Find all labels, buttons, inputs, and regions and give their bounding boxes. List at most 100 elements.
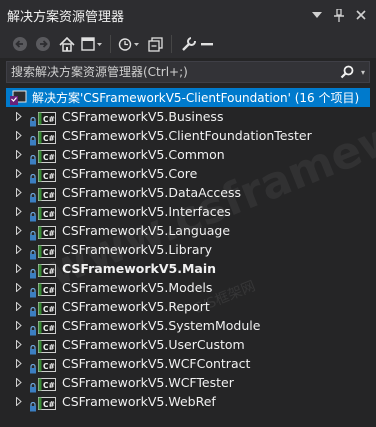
expand-arrow-icon[interactable] <box>14 354 24 373</box>
expand-arrow-icon[interactable] <box>14 164 24 183</box>
svg-text:C#: C# <box>43 191 55 200</box>
solution-node[interactable]: 解决方案'CSFrameworkV5-ClientFoundation' (16… <box>6 88 370 107</box>
project-node[interactable]: C# CSFrameworkV5.WCFTester <box>0 373 376 392</box>
project-label: CSFrameworkV5.Common <box>62 147 225 162</box>
project-label: CSFrameworkV5.Main <box>62 261 217 276</box>
lock-icon <box>29 283 37 297</box>
project-node[interactable]: C# CSFrameworkV5.Language <box>0 221 376 240</box>
expand-arrow-icon[interactable] <box>14 316 24 335</box>
expand-arrow-icon[interactable] <box>14 259 24 278</box>
search-options-dropdown-icon[interactable]: ▾ <box>357 62 369 82</box>
search-icon[interactable] <box>337 62 357 82</box>
project-node[interactable]: C# CSFrameworkV5.WCFContract <box>0 354 376 373</box>
project-node[interactable]: C# CSFrameworkV5.Main <box>0 259 376 278</box>
project-label: CSFrameworkV5.SystemModule <box>62 318 261 333</box>
lock-icon <box>29 302 37 316</box>
csharp-project-icon: C# <box>38 281 56 296</box>
expand-arrow-icon[interactable] <box>14 392 24 411</box>
project-node[interactable]: C# CSFrameworkV5.SystemModule <box>0 316 376 335</box>
project-node[interactable]: C# CSFrameworkV5.Common <box>0 145 376 164</box>
expand-arrow-icon[interactable] <box>14 126 24 145</box>
project-node[interactable]: C# CSFrameworkV5.Business <box>0 107 376 126</box>
svg-text:C#: C# <box>43 343 55 352</box>
chevron-down-icon[interactable] <box>308 6 326 24</box>
csharp-project-icon: C# <box>38 357 56 372</box>
lock-icon <box>29 340 37 354</box>
csharp-project-icon: C# <box>38 129 56 144</box>
project-label: CSFrameworkV5.WCFTester <box>62 375 234 390</box>
project-label: CSFrameworkV5.Models <box>62 280 213 295</box>
lock-icon <box>29 188 37 202</box>
project-node[interactable]: C# CSFrameworkV5.Report <box>0 297 376 316</box>
expand-arrow-icon[interactable] <box>14 202 24 221</box>
forward-icon[interactable] <box>33 33 53 55</box>
properties-icon[interactable] <box>178 33 198 55</box>
csharp-project-icon: C# <box>38 395 56 410</box>
project-node[interactable]: C# CSFrameworkV5.DataAccess <box>0 183 376 202</box>
csharp-project-icon: C# <box>38 262 56 277</box>
project-node[interactable]: C# CSFrameworkV5.Interfaces <box>0 202 376 221</box>
title-bar-buttons <box>308 6 376 24</box>
solution-tree: 解决方案'CSFrameworkV5-ClientFoundation' (16… <box>0 88 376 411</box>
svg-text:C#: C# <box>43 362 55 371</box>
expand-arrow-icon[interactable] <box>14 335 24 354</box>
csharp-project-icon: C# <box>38 110 56 125</box>
expand-arrow-icon[interactable] <box>14 221 24 240</box>
switch-views-icon[interactable] <box>80 33 104 55</box>
lock-icon <box>29 150 37 164</box>
close-icon[interactable] <box>352 6 370 24</box>
search-input[interactable] <box>7 65 337 79</box>
csharp-project-icon: C# <box>38 300 56 315</box>
expand-arrow-icon[interactable] <box>14 297 24 316</box>
project-label: CSFrameworkV5.UserCustom <box>62 337 245 352</box>
lock-icon <box>29 169 37 183</box>
svg-text:C#: C# <box>43 172 55 181</box>
expand-arrow-icon[interactable] <box>14 278 24 297</box>
project-label: CSFrameworkV5.Interfaces <box>62 204 231 219</box>
back-icon[interactable] <box>10 33 30 55</box>
lock-icon <box>29 207 37 221</box>
lock-icon <box>29 321 37 335</box>
svg-text:C#: C# <box>43 381 55 390</box>
project-list: C# CSFrameworkV5.Business C# CSFramework… <box>0 107 376 411</box>
svg-text:C#: C# <box>43 229 55 238</box>
lock-icon <box>29 359 37 373</box>
csharp-project-icon: C# <box>38 167 56 182</box>
expand-arrow-icon[interactable] <box>14 183 24 202</box>
project-node[interactable]: C# CSFrameworkV5.UserCustom <box>0 335 376 354</box>
project-node[interactable]: C# CSFrameworkV5.ClientFoundationTester <box>0 126 376 145</box>
lock-icon <box>29 264 37 278</box>
home-icon[interactable] <box>57 33 77 55</box>
csharp-project-icon: C# <box>38 186 56 201</box>
csharp-project-icon: C# <box>38 376 56 391</box>
title-bar: 解决方案资源管理器 <box>0 0 376 30</box>
search-box: ▾ <box>6 61 370 83</box>
project-label: CSFrameworkV5.WCFContract <box>62 356 251 371</box>
solution-explorer-panel: 解决方案资源管理器 搜索解决方案资源管理器(Ctrl+;) ▾ 解决方案'CSF… <box>0 0 376 427</box>
project-node[interactable]: C# CSFrameworkV5.Core <box>0 164 376 183</box>
expand-arrow-icon[interactable] <box>14 373 24 392</box>
project-node[interactable]: C# CSFrameworkV5.Models <box>0 278 376 297</box>
pending-changes-icon[interactable] <box>117 33 143 55</box>
project-label: CSFrameworkV5.Business <box>62 109 224 124</box>
svg-text:C#: C# <box>43 248 55 257</box>
lock-icon <box>29 131 37 145</box>
preview-icon[interactable] <box>198 33 216 55</box>
collapse-all-icon[interactable] <box>145 33 165 55</box>
project-label: CSFrameworkV5.WebRef <box>62 394 216 409</box>
csharp-project-icon: C# <box>38 224 56 239</box>
expand-arrow-icon[interactable] <box>14 107 24 126</box>
csharp-project-icon: C# <box>38 205 56 220</box>
project-label: CSFrameworkV5.Library <box>62 242 213 257</box>
toolbar-separator <box>171 35 172 53</box>
project-label: CSFrameworkV5.Core <box>62 166 198 181</box>
expand-arrow-icon[interactable] <box>14 240 24 259</box>
solution-label: 解决方案'CSFrameworkV5-ClientFoundation' (16… <box>32 91 360 105</box>
svg-text:C#: C# <box>43 400 55 409</box>
project-node[interactable]: C# CSFrameworkV5.WebRef <box>0 392 376 411</box>
expand-arrow-icon[interactable] <box>14 145 24 164</box>
pin-icon[interactable] <box>330 6 348 24</box>
project-label: CSFrameworkV5.Language <box>62 223 231 238</box>
project-node[interactable]: C# CSFrameworkV5.Library <box>0 240 376 259</box>
lock-icon <box>29 378 37 392</box>
